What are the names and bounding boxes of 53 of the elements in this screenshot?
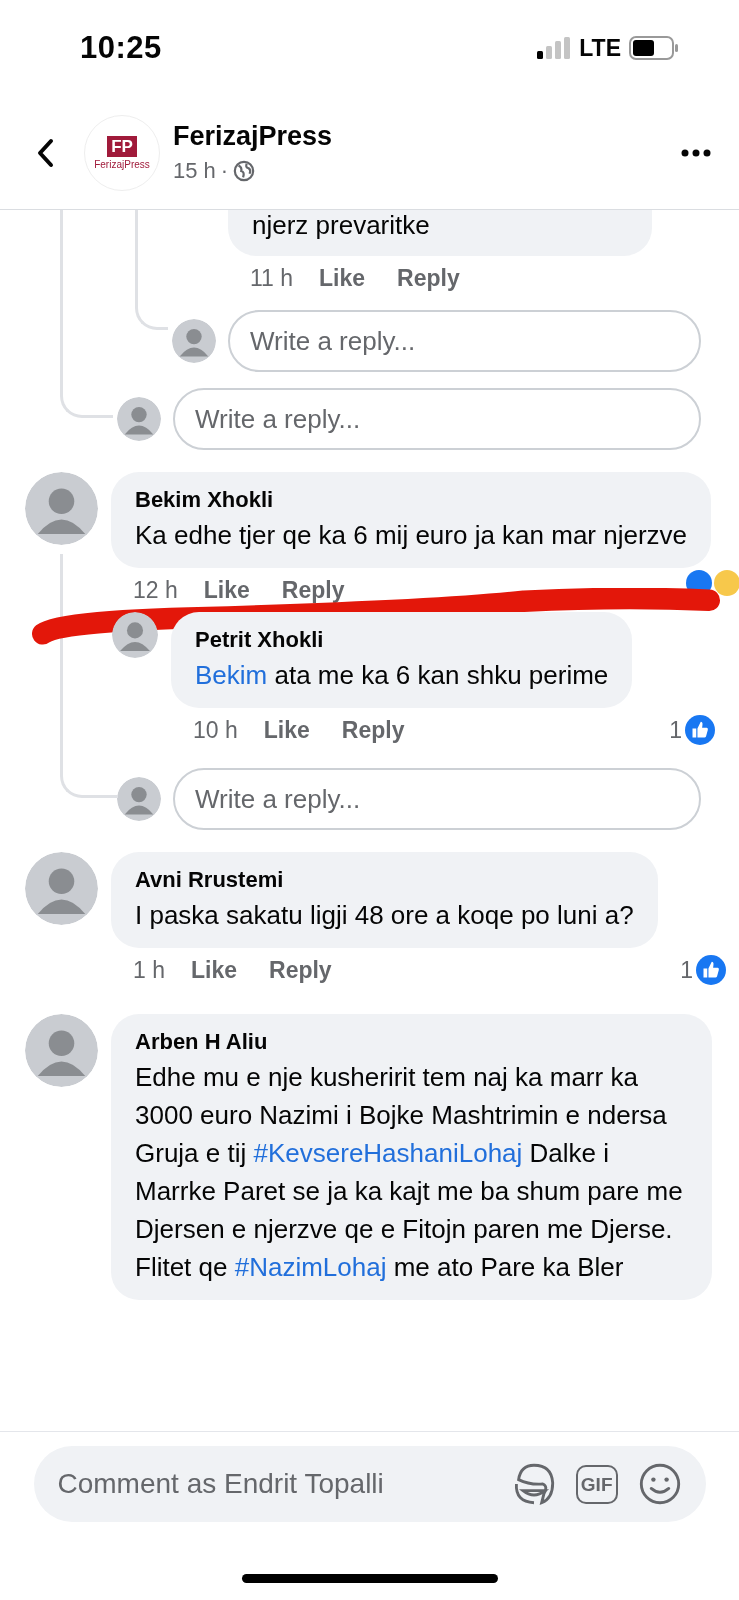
page-name[interactable]: FerizajPress — [173, 121, 681, 152]
reply-field[interactable]: Write a reply... — [228, 310, 701, 372]
comment-placeholder: Comment as Endrit Topalli — [57, 1468, 385, 1500]
comment-time: 10 h — [193, 716, 238, 744]
clock-time: 10:25 — [80, 30, 162, 66]
like-count: 1 — [669, 716, 682, 744]
like-icon — [696, 955, 726, 985]
comment-text: Ka edhe tjer qe ka 6 mij euro ja kan mar njerzve — [135, 519, 688, 552]
reply-link[interactable]: Reply — [397, 264, 460, 292]
logo-wordmark: FerizajPress — [94, 158, 150, 170]
back-icon — [36, 137, 56, 168]
avatar — [112, 612, 158, 658]
avatar — [117, 397, 161, 441]
reply-link[interactable]: Reply — [341, 716, 405, 744]
comment-text: Edhe mu e nje kusheririt tem naj ka marr ka 3000 euro Nazimi i Bojke Mashtrimin e ndersa Gruja e tij #KevsereHashaniLohaj Dalke i Marrke Paret se ja ka kajt me ba shum pare me Djersen e njerzve qe e Fitojn paren me Djerse. Flitet qe #NazimLohaj me ato Pare ka Bler — [135, 1061, 684, 1284]
comment-time: 11 h — [250, 264, 294, 292]
author-name[interactable]: Petrit Xhokli — [195, 624, 609, 656]
hashtag-link[interactable]: #NazimLohaj — [234, 1252, 387, 1282]
author-name[interactable]: Bekim Xhokli — [135, 484, 688, 516]
emoji-icon — [714, 570, 739, 596]
logo-mark: FP — [107, 135, 137, 157]
signal-icon — [537, 37, 572, 59]
mention-link[interactable]: Bekim — [195, 660, 268, 690]
comment-text: njerz prevaritke — [252, 210, 431, 242]
reply-field[interactable]: Write a reply... — [173, 768, 701, 830]
like-link[interactable]: Like — [263, 716, 310, 744]
like-link[interactable]: Like — [191, 956, 237, 984]
like-icon — [685, 715, 715, 745]
reply-field[interactable]: Write a reply... — [173, 388, 701, 450]
like-link[interactable]: Like — [319, 264, 366, 292]
separator-dot: · — [220, 158, 229, 184]
author-name[interactable]: Avni Rrustemi — [135, 864, 634, 896]
hashtag-link[interactable]: #KevsereHashaniLohaj — [253, 1138, 523, 1168]
battery-icon — [629, 36, 679, 60]
emoji-icon — [637, 1462, 682, 1506]
comment-text: Bekim ata me ka 6 kan shku perime — [195, 659, 609, 692]
author-name[interactable]: Arben H Aliu — [135, 1026, 688, 1058]
network-label: LTE — [579, 34, 621, 62]
more-icon — [681, 148, 711, 157]
reply-link[interactable]: Reply — [269, 956, 332, 984]
comment-text: I paska sakatu ligji 48 ore a koqe po luni a? — [135, 899, 634, 932]
like-link[interactable]: Like — [203, 576, 250, 604]
page-logo[interactable]: FP FerizajPress — [84, 114, 160, 191]
reply-link[interactable]: Reply — [281, 576, 345, 604]
comment-time: 1 h — [133, 956, 165, 984]
avatar — [117, 777, 161, 821]
comment-field[interactable]: Comment as Endrit Topalli GIF — [33, 1446, 706, 1522]
globe-icon — [233, 160, 256, 182]
post-time: 15 h — [173, 158, 216, 184]
like-count: 1 — [680, 956, 693, 984]
gif-button[interactable]: GIF — [575, 1464, 618, 1504]
avatar — [172, 319, 216, 363]
comment-time: 12 h — [133, 576, 178, 604]
